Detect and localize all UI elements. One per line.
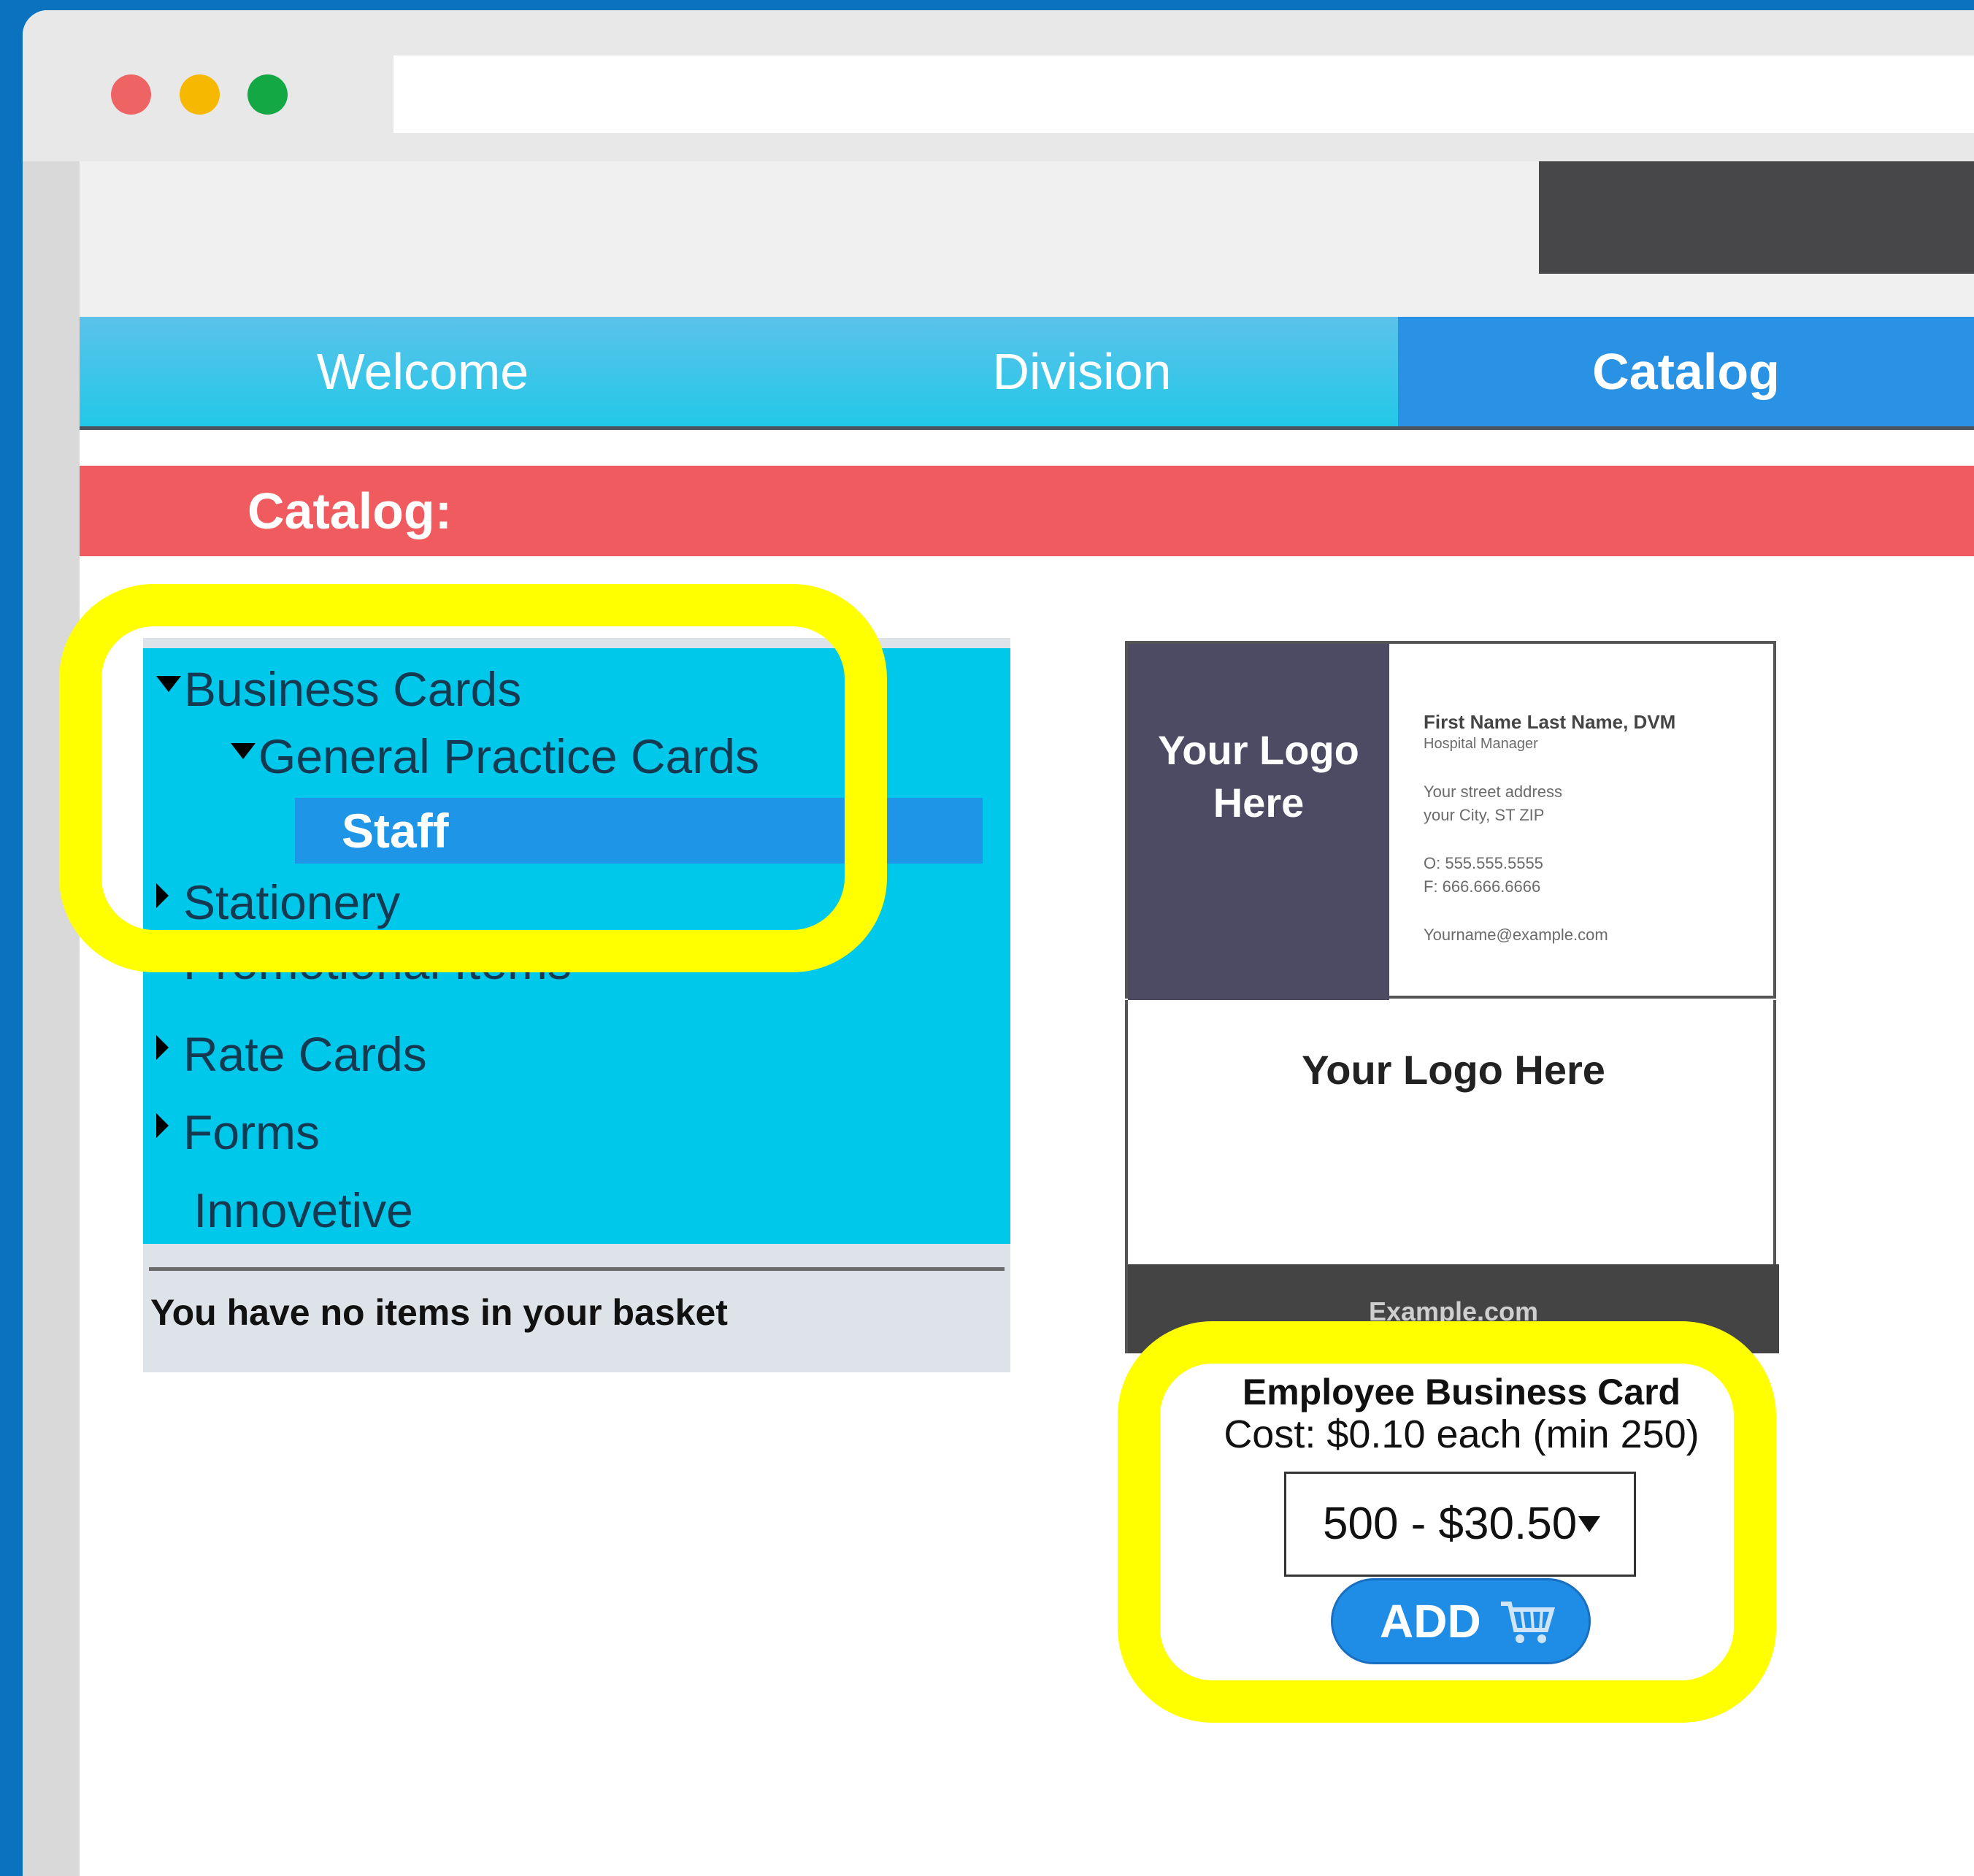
menu-item-label: Stationery <box>183 875 401 929</box>
category-menu-panel: Business Cards General Practice Cards St… <box>143 638 1010 1372</box>
menu-item-label: Forms <box>183 1105 320 1159</box>
shopping-cart-icon <box>1501 1602 1555 1643</box>
address-bar[interactable] <box>393 55 1974 133</box>
card-office-phone: O: 555.555.5555 <box>1424 854 1543 872</box>
caret-right-icon <box>156 1035 169 1060</box>
business-card-back-preview: Your Logo Here Example.com <box>1125 1000 1779 1353</box>
caret-right-icon <box>156 883 169 908</box>
caret-down-icon <box>231 743 256 759</box>
close-window-icon[interactable] <box>111 74 151 115</box>
card-back-url: Example.com <box>1368 1296 1539 1326</box>
card-address-line2: your City, ST ZIP <box>1424 806 1545 824</box>
main-nav: Welcome Division Catalog <box>80 317 1974 430</box>
menu-item-innovetive[interactable]: Innovetive <box>193 1183 413 1238</box>
browser-toolbar <box>23 10 1974 161</box>
menu-item-staff[interactable]: Staff <box>295 798 983 864</box>
business-card-front-preview: Your Logo Here First Name Last Name, DVM… <box>1125 641 1776 1002</box>
left-gutter <box>23 161 80 1876</box>
quantity-select[interactable]: 500 - $30.50 <box>1284 1472 1636 1577</box>
tab-division[interactable]: Division <box>766 317 1398 426</box>
tab-welcome[interactable]: Welcome <box>80 317 766 426</box>
category-tree: Business Cards General Practice Cards St… <box>143 648 1010 1244</box>
menu-item-label: Rate Cards <box>183 1027 427 1081</box>
menu-item-business-cards[interactable]: Business Cards <box>156 661 521 717</box>
divider <box>149 1267 1005 1271</box>
minimize-window-icon[interactable] <box>180 74 220 115</box>
tab-catalog[interactable]: Catalog <box>1398 317 1974 426</box>
menu-item-stationery[interactable]: Stationery <box>156 874 400 930</box>
catalog-title-bar: Catalog: <box>80 466 1974 556</box>
menu-item-label: Staff <box>342 804 449 858</box>
add-to-basket-button[interactable]: ADD <box>1331 1578 1591 1664</box>
menu-item-promotional-items[interactable]: Promotional Items <box>156 934 572 990</box>
caret-right-icon <box>156 943 169 968</box>
menu-item-label: Innovetive <box>193 1183 413 1237</box>
basket-status: You have no items in your basket <box>150 1292 728 1333</box>
maximize-window-icon[interactable] <box>247 74 288 115</box>
quantity-selected-value: 500 - $30.50 <box>1323 1499 1578 1549</box>
caret-right-icon <box>156 1113 169 1138</box>
menu-item-label: Promotional Items <box>183 935 572 989</box>
card-back-logo-placeholder: Your Logo Here <box>1302 1047 1605 1093</box>
card-fax: F: 666.666.6666 <box>1424 877 1541 896</box>
page-title: Catalog: <box>247 483 452 539</box>
product-card[interactable]: Your Logo Here First Name Last Name, DVM… <box>1125 641 1779 1371</box>
card-back-footer: Example.com <box>1128 1264 1779 1353</box>
header-dark-block <box>1539 161 1974 274</box>
card-email: Yourname@example.com <box>1424 926 1608 944</box>
menu-item-rate-cards[interactable]: Rate Cards <box>156 1026 427 1082</box>
card-address-line1: Your street address <box>1424 783 1562 801</box>
add-button-label: ADD <box>1380 1595 1481 1648</box>
chevron-down-icon <box>1578 1516 1600 1532</box>
card-logo-panel: Your Logo Here <box>1128 644 1389 1002</box>
card-logo-placeholder: Your Logo Here <box>1158 727 1359 826</box>
product-cost: Cost: $0.10 each (min 250) <box>1224 1412 1700 1456</box>
card-name: First Name Last Name, DVM <box>1424 711 1676 733</box>
menu-item-label: Business Cards <box>184 662 522 716</box>
browser-window: Welcome Division Catalog Catalog: Busine… <box>23 10 1974 1876</box>
menu-item-label: General Practice Cards <box>258 729 759 783</box>
product-title: Employee Business Card <box>1242 1372 1681 1412</box>
card-role: Hospital Manager <box>1424 736 1538 752</box>
caret-down-icon <box>156 676 181 692</box>
menu-item-forms[interactable]: Forms <box>156 1104 320 1160</box>
menu-item-general-practice-cards[interactable]: General Practice Cards <box>231 729 759 784</box>
